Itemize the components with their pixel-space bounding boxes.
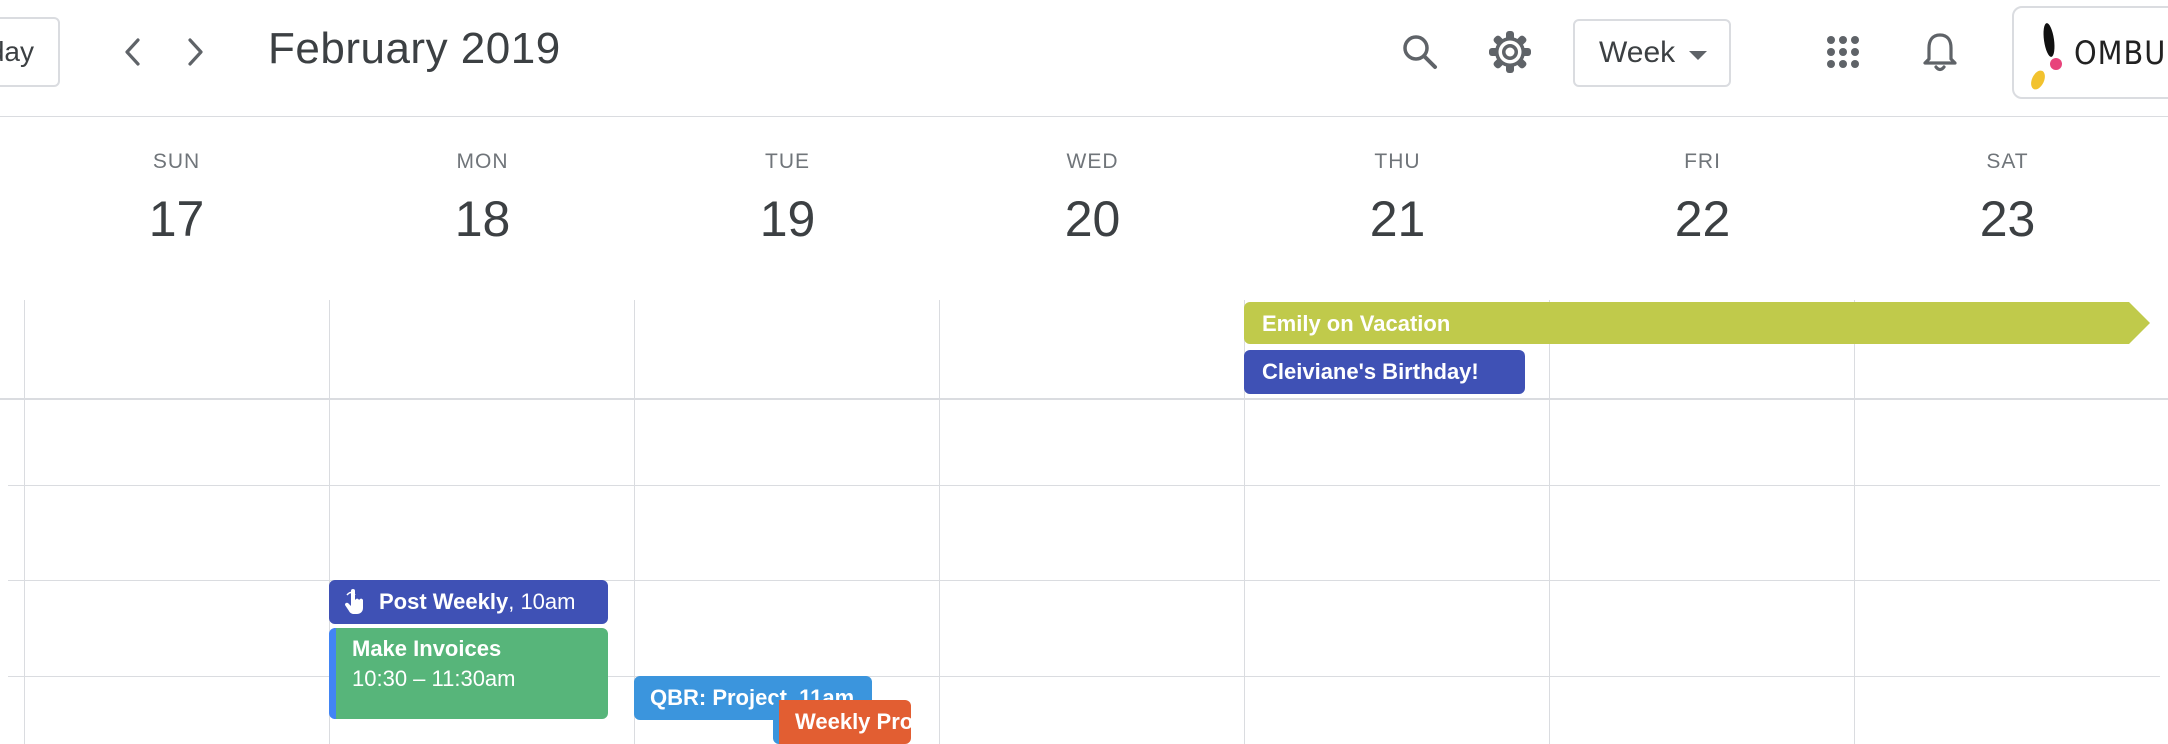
day-number[interactable]: 23	[1855, 190, 2160, 248]
day-header-sat[interactable]: SAT 23	[1855, 150, 2160, 248]
day-name: WED	[1066, 150, 1119, 173]
hand-pointer-icon	[344, 589, 363, 614]
day-name: THU	[1374, 150, 1421, 173]
event-make-invoices[interactable]: Make Invoices 10:30 – 11:30am	[329, 628, 608, 719]
day-name: MON	[456, 150, 509, 173]
event-title: Make Invoices	[352, 636, 502, 661]
logo-text: OMBULABS	[2074, 34, 2168, 72]
chevron-left-icon[interactable]	[108, 27, 158, 77]
event-emily-vacation[interactable]: Emily on Vacation	[1244, 302, 2129, 344]
grid-divider	[939, 300, 940, 744]
day-name: FRI	[1684, 150, 1721, 173]
day-number[interactable]: 19	[635, 190, 940, 248]
event-continues-arrow	[2129, 302, 2150, 344]
today-button-label: Today	[0, 36, 34, 67]
event-title: Emily on Vacation	[1262, 311, 1451, 336]
grid-divider	[24, 300, 25, 744]
event-post-weekly[interactable]: Post Weekly, 10am	[329, 580, 608, 624]
day-header-tue[interactable]: TUE 19	[635, 150, 940, 248]
account-logo[interactable]: OMBULABS	[2012, 6, 2168, 99]
day-number[interactable]: 20	[940, 190, 1245, 248]
all-day-divider	[0, 398, 2168, 400]
day-number[interactable]: 21	[1245, 190, 1550, 248]
day-header-thu[interactable]: THU 21	[1245, 150, 1550, 248]
day-name: TUE	[765, 150, 810, 173]
top-toolbar: Today February 2019 Week	[0, 0, 2168, 117]
day-name: SAT	[1986, 150, 2029, 173]
day-name: SUN	[152, 150, 201, 173]
week-grid[interactable]	[0, 300, 2168, 744]
day-header-fri[interactable]: FRI 22	[1550, 150, 1855, 248]
caret-down-icon	[1689, 51, 1707, 60]
day-header-wed[interactable]: WED 20	[940, 150, 1245, 248]
bell-icon[interactable]	[1910, 22, 1970, 82]
hour-line	[8, 485, 2160, 486]
ombulabs-logo-icon	[2031, 23, 2062, 90]
event-title: Weekly Pro	[795, 709, 911, 734]
day-header-sun[interactable]: SUN 17	[24, 150, 329, 248]
view-select-value: Week	[1599, 36, 1676, 69]
event-time: , 10am	[508, 589, 576, 614]
day-number[interactable]: 18	[330, 190, 635, 248]
page-title: February 2019	[268, 24, 561, 73]
gear-icon[interactable]	[1480, 22, 1540, 82]
event-weekly-pro[interactable]: Weekly Pro	[773, 700, 911, 744]
grid-divider	[1549, 300, 1550, 744]
grid-divider	[1854, 300, 1855, 744]
event-birthday[interactable]: Cleiviane's Birthday!	[1244, 350, 1525, 394]
search-icon[interactable]	[1390, 22, 1450, 82]
apps-grid-icon[interactable]	[1813, 22, 1873, 82]
today-button[interactable]: Today	[0, 17, 60, 87]
day-header-mon[interactable]: MON 18	[330, 150, 635, 248]
view-select[interactable]: Week	[1573, 19, 1731, 87]
chevron-right-icon[interactable]	[170, 27, 220, 77]
event-title: Post Weekly	[379, 589, 509, 614]
day-number[interactable]: 22	[1550, 190, 1855, 248]
event-title: Cleiviane's Birthday!	[1262, 359, 1479, 384]
event-time: 10:30 – 11:30am	[352, 666, 516, 691]
day-number[interactable]: 17	[24, 190, 329, 248]
